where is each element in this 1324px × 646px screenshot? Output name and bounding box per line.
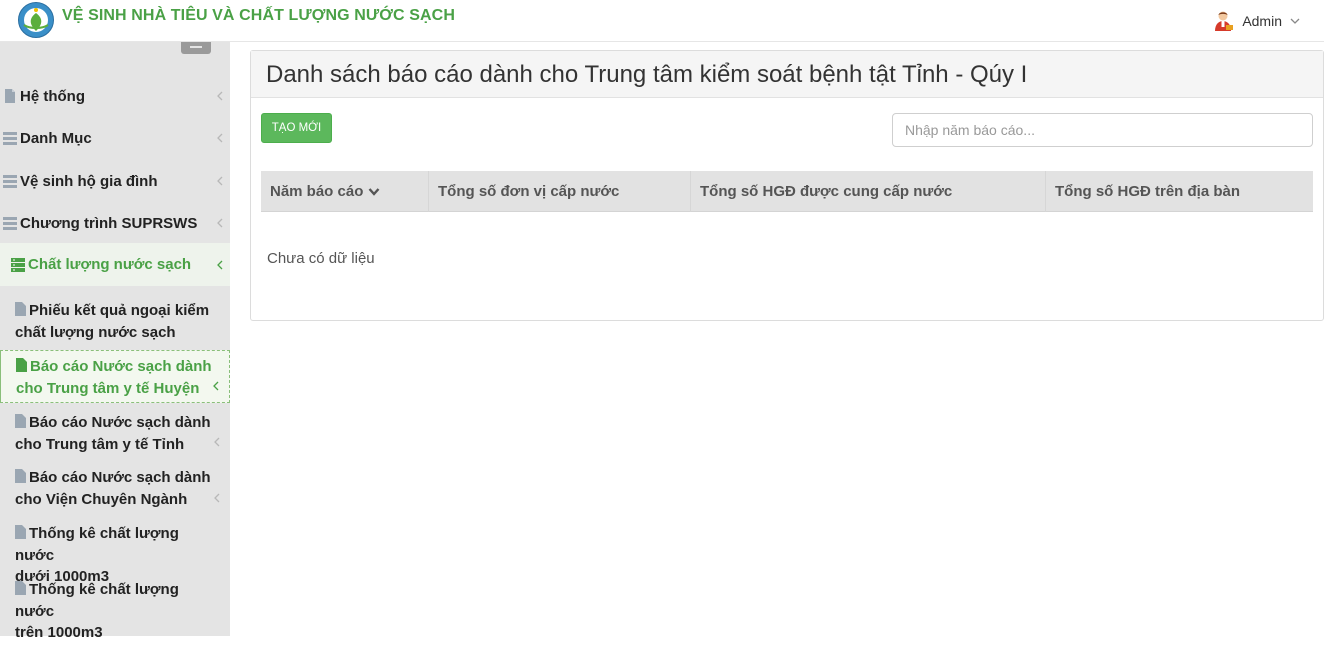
sidebar-item-he-thong[interactable]: Hệ thống [0,85,230,107]
sidebar-subitem-phieu-ket-qua[interactable]: Phiếu kết quả ngoại kiểm chất lượng nước … [0,300,230,346]
file-icon [16,358,27,372]
empty-state-text: Chưa có dữ liệu [267,250,375,267]
sidebar-item-label: Danh Mục [20,129,92,147]
sidebar-subitem-thong-ke-tren[interactable]: Thống kê chất lượng nước trên 1000m3 [0,579,230,641]
report-table: Năm báo cáo Tổng số đơn vị cấp nước Tổng… [261,171,1313,212]
sidebar-item-label: Chất lượng nước sạch [28,256,192,273]
sidebar-subitem-label: Báo cáo Nước sạch dành cho Trung tâm y tế… [15,414,211,453]
sidebar: Hệ thống Danh Mục Vệ sinh hộ gia đình Ch… [0,42,230,641]
sidebar-subitem-label: Báo cáo Nước sạch dành cho Trung tâm y tế… [16,358,212,397]
chevron-left-icon [217,176,223,186]
sidebar-subitem-label: Thống kê chất lượng nước trên 1000m3 [15,581,179,641]
file-icon [15,469,26,483]
page-title: Danh sách báo cáo dành cho Trung tâm kiể… [266,61,1028,88]
list-icon [3,132,17,145]
sidebar-item-danh-muc[interactable]: Danh Mục [0,127,230,149]
column-header-tong-so-don-vi[interactable]: Tổng số đơn vị cấp nước [429,171,691,212]
sidebar-subitem-label: Phiếu kết quả ngoại kiểm chất lượng nước … [15,302,210,341]
sidebar-subitem-bao-cao-huyen[interactable]: Báo cáo Nước sạch dành cho Trung tâm y tế… [0,350,230,403]
chevron-left-icon [213,381,219,391]
chevron-left-icon [217,218,223,228]
chevron-left-icon [217,133,223,143]
list-icon [3,175,17,188]
search-input[interactable] [892,113,1313,147]
sidebar-toggle-button[interactable] [181,42,211,54]
file-icon [15,414,26,428]
table-header: Năm báo cáo Tổng số đơn vị cấp nước Tổng… [261,171,1313,212]
sidebar-item-chuong-trinh-suprsws[interactable]: Chương trình SUPRSWS [0,212,230,234]
sidebar-item-label: Vệ sinh hộ gia đình [20,172,158,190]
sidebar-item-label: Hệ thống [20,87,85,105]
sidebar-item-chat-luong-nuoc-sach[interactable]: Chất lượng nước sạch [0,243,230,286]
user-menu[interactable]: Admin [1212,10,1300,32]
server-icon [11,257,25,272]
column-header-nam-bao-cao[interactable]: Năm báo cáo [261,171,429,212]
sidebar-item-ve-sinh-ho-gia-dinh[interactable]: Vệ sinh hộ gia đình [0,170,230,192]
file-icon [15,525,26,539]
file-icon [5,89,15,103]
sort-chevron-down-icon[interactable] [368,187,380,197]
panel-header: Danh sách báo cáo dành cho Trung tâm kiể… [251,51,1323,98]
chevron-left-icon [217,260,223,269]
user-avatar-icon [1215,11,1234,31]
column-header-tong-so-hgd-cung-cap[interactable]: Tổng số HGĐ được cung cấp nước [691,171,1046,212]
logo-icon[interactable] [16,1,56,39]
top-header: VỆ SINH NHÀ TIÊU VÀ CHẤT LƯỢNG NƯỚC SẠCH… [0,0,1324,42]
sidebar-subitem-bao-cao-tinh[interactable]: Báo cáo Nước sạch dành cho Trung tâm y tế… [0,412,230,458]
report-panel: Danh sách báo cáo dành cho Trung tâm kiể… [250,50,1324,321]
sidebar-item-label: Chương trình SUPRSWS [20,214,198,232]
chevron-down-icon [1290,18,1300,24]
app-title[interactable]: VỆ SINH NHÀ TIÊU VÀ CHẤT LƯỢNG NƯỚC SẠCH [62,7,455,25]
sidebar-subitem-label: Báo cáo Nước sạch dành cho Viện Chuyên Ng… [15,469,211,508]
sidebar-subitem-thong-ke-duoi[interactable]: Thống kê chất lượng nước dưới 1000m3 [0,523,230,585]
chevron-left-icon [217,91,223,101]
chevron-left-icon [214,437,220,447]
user-name: Admin [1242,13,1282,29]
list-icon [3,217,17,230]
column-header-tong-so-hgd-dia-ban[interactable]: Tổng số HGĐ trên địa bàn [1046,171,1313,212]
file-icon [15,302,26,316]
file-icon [15,581,26,595]
create-new-button[interactable]: TẠO MỚI [261,113,332,143]
chevron-left-icon [214,493,220,503]
sidebar-subitem-bao-cao-vien[interactable]: Báo cáo Nước sạch dành cho Viện Chuyên Ng… [0,467,230,513]
sidebar-subitem-label: Thống kê chất lượng nước dưới 1000m3 [15,525,179,585]
